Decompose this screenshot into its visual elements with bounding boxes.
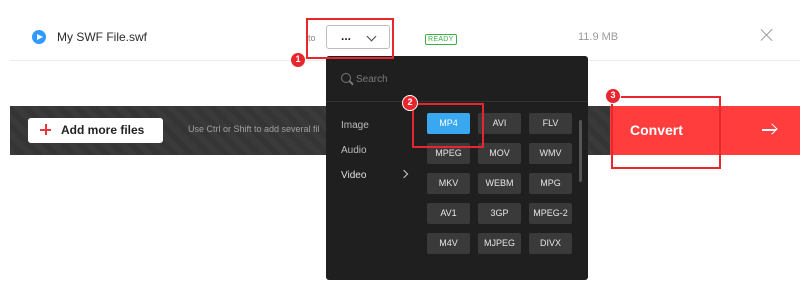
format-mkv[interactable]: MKV: [427, 173, 470, 194]
converter-page: My SWF File.swf to ... READY 11.9 MB Add…: [0, 0, 800, 295]
format-search: [326, 56, 588, 102]
format-dropdown: Image Audio Video MP4 AVI FLV MPEG MOV W…: [326, 56, 588, 280]
search-icon: [341, 73, 351, 83]
status-badge: READY: [425, 34, 457, 45]
arrow-right-icon: [762, 123, 778, 137]
annotation-box-mp4: [412, 103, 484, 148]
play-file-icon: [32, 30, 46, 44]
format-mjpeg[interactable]: MJPEG: [478, 233, 521, 254]
multi-select-hint: Use Ctrl or Shift to add several fil: [188, 124, 320, 134]
format-flv[interactable]: FLV: [529, 113, 572, 134]
plus-icon: [40, 124, 51, 135]
annotation-box-format-select: [306, 18, 394, 59]
file-name: My SWF File.swf: [57, 30, 147, 44]
annotation-badge-3: 3: [605, 88, 621, 104]
format-webm[interactable]: WEBM: [478, 173, 521, 194]
add-more-files-button[interactable]: Add more files: [28, 118, 163, 143]
format-search-input[interactable]: [356, 71, 556, 87]
format-mpg[interactable]: MPG: [529, 173, 572, 194]
dropdown-scrollbar[interactable]: [579, 120, 582, 182]
close-icon[interactable]: [760, 28, 774, 42]
annotation-badge-2: 2: [402, 95, 418, 111]
category-video[interactable]: Video: [341, 170, 366, 181]
format-m4v[interactable]: M4V: [427, 233, 470, 254]
category-audio[interactable]: Audio: [341, 145, 367, 156]
format-avi[interactable]: AVI: [478, 113, 521, 134]
format-mpeg-2[interactable]: MPEG-2: [529, 203, 572, 224]
format-mov[interactable]: MOV: [478, 143, 521, 164]
annotation-box-convert: [611, 96, 721, 169]
format-3gp[interactable]: 3GP: [478, 203, 521, 224]
format-av1[interactable]: AV1: [427, 203, 470, 224]
annotation-badge-1: 1: [290, 52, 306, 68]
chevron-right-icon: [399, 169, 409, 179]
format-wmv[interactable]: WMV: [529, 143, 572, 164]
format-divx[interactable]: DIVX: [529, 233, 572, 254]
file-size: 11.9 MB: [578, 31, 619, 43]
add-more-files-label: Add more files: [61, 123, 145, 137]
file-row: My SWF File.swf to ... READY 11.9 MB: [10, 13, 800, 61]
category-image[interactable]: Image: [341, 120, 369, 131]
